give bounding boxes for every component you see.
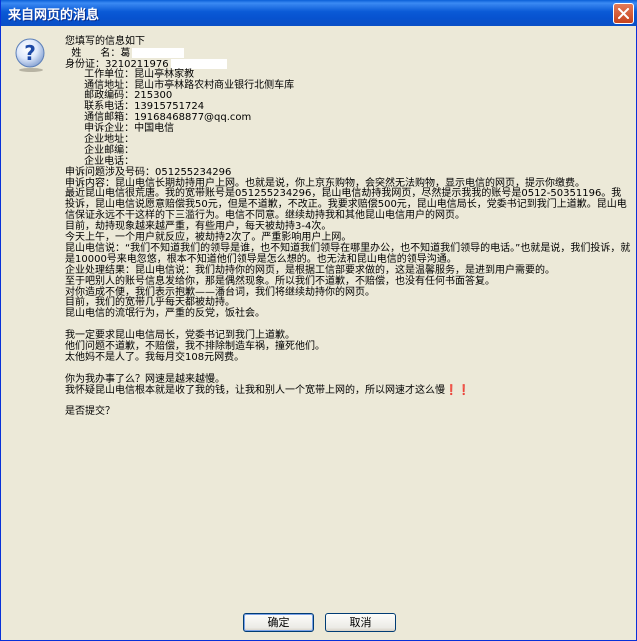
- redacted-area: [132, 47, 185, 58]
- message-text: 您填写的信息如下 姓 名：葛 身份证：3210211976 工作单位：昆山亭林家…: [65, 36, 631, 418]
- title-bar[interactable]: 来自网页的消息: [1, 0, 637, 26]
- window-title: 来自网页的消息: [8, 8, 100, 23]
- message-line-body: 太他妈不是人了。我每月交108元网费。: [65, 351, 245, 363]
- message-line-body: 昆山电信说：“我们不知道我们的领导是谁，也不知道我们领导在哪里办公，也不知道我们…: [65, 242, 631, 265]
- message-line-number: 申诉问题涉及号码：051255234296: [65, 166, 232, 178]
- ok-button[interactable]: 确定: [243, 613, 314, 632]
- close-button[interactable]: [613, 3, 634, 24]
- cancel-button[interactable]: 取消: [325, 613, 396, 632]
- redacted-area: [170, 58, 227, 69]
- message-line-header: 您填写的信息如下: [65, 36, 145, 47]
- message-line-employer: 工作单位：昆山亭林家教: [65, 68, 195, 80]
- message-line-company-postcode: 企业邮编：: [65, 144, 135, 156]
- close-icon: [618, 8, 629, 19]
- svg-text:?: ?: [24, 41, 36, 65]
- message-line-company: 申诉企业：中国电信: [65, 123, 175, 135]
- question-icon: ?: [15, 38, 45, 72]
- message-line-name: 姓 名：葛: [65, 47, 631, 59]
- message-line-blank: [65, 397, 631, 408]
- message-line-company-address: 企业地址：: [65, 134, 135, 146]
- message-line-body: 我怀疑昆山电信根本就是收了我的钱，让我和别人一个宽带上网的，所以网速才这么慢❗❗: [65, 384, 470, 396]
- message-line-body: 至于吧别人的账号信息发给你，那是偶然现象。所以我们不道歉，不赔偿，也没有任何书面…: [65, 275, 495, 287]
- message-line-body: 最近昆山电信很荒唐。我的宽带账号是051255234296，昆山电信劫持我网页，…: [65, 188, 627, 222]
- message-line-body: 你为我办事了么？网速是越来越慢。: [65, 373, 225, 385]
- dialog-window: 来自网页的消息 ? 您填写的信息如下 姓 名：葛 身份证：3210211976 …: [0, 0, 637, 641]
- message-line-question: 是否提交？: [65, 406, 115, 418]
- message-line-body: 昆山电信的流氓行为，严重的反党，饭社会。: [65, 308, 265, 320]
